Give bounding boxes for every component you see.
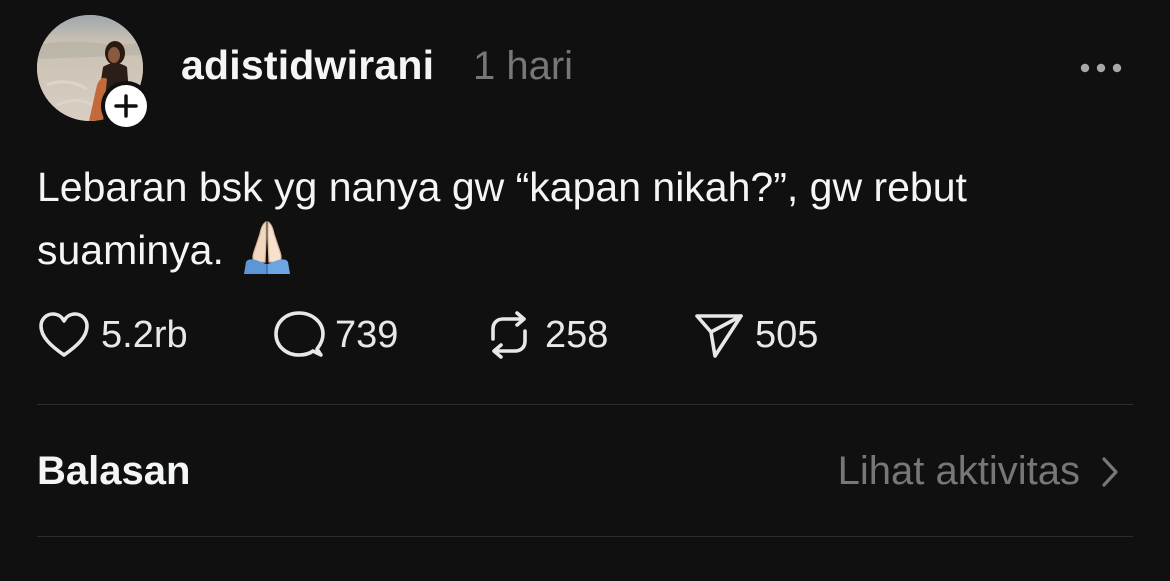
chevron-right-icon xyxy=(1102,456,1118,487)
comment-button[interactable]: 739 xyxy=(273,310,398,360)
view-activity-label: Lihat aktivitas xyxy=(837,449,1080,493)
more-options-button[interactable] xyxy=(1075,48,1127,88)
plus-icon xyxy=(114,94,138,118)
repost-count: 258 xyxy=(545,313,609,356)
share-count: 505 xyxy=(755,313,819,356)
folded-hands-emoji xyxy=(238,218,296,293)
post-timestamp: 1 hari xyxy=(473,44,574,88)
avatar-container[interactable] xyxy=(37,15,151,131)
divider xyxy=(37,404,1133,405)
more-horizontal-icon xyxy=(1080,63,1122,73)
view-activity-link[interactable]: Lihat aktivitas xyxy=(838,449,1120,494)
heart-icon xyxy=(39,312,89,357)
like-button[interactable]: 5.2rb xyxy=(37,310,188,360)
comment-icon xyxy=(274,311,325,357)
comment-count: 739 xyxy=(335,313,399,356)
post-text: Lebaran bsk yg nanya gw “kapan nikah?”, … xyxy=(37,156,1127,293)
like-count: 5.2rb xyxy=(101,313,188,356)
repost-icon xyxy=(491,311,527,359)
username[interactable]: adistidwirani xyxy=(181,42,434,89)
follow-button[interactable] xyxy=(101,81,151,131)
divider-bottom xyxy=(37,536,1133,537)
thread-post: adistidwirani 1 hari Lebaran bsk yg nany… xyxy=(0,0,1170,581)
repost-button[interactable]: 258 xyxy=(483,310,608,360)
post-text-line-2: suaminya. xyxy=(37,227,224,273)
replies-heading: Balasan xyxy=(37,449,191,493)
share-button[interactable]: 505 xyxy=(693,310,818,360)
post-text-line: Lebaran bsk yg nanya gw “kapan nikah?”, … xyxy=(37,164,967,210)
send-icon xyxy=(695,314,743,358)
post-text-line-last: suaminya. xyxy=(37,218,1127,293)
